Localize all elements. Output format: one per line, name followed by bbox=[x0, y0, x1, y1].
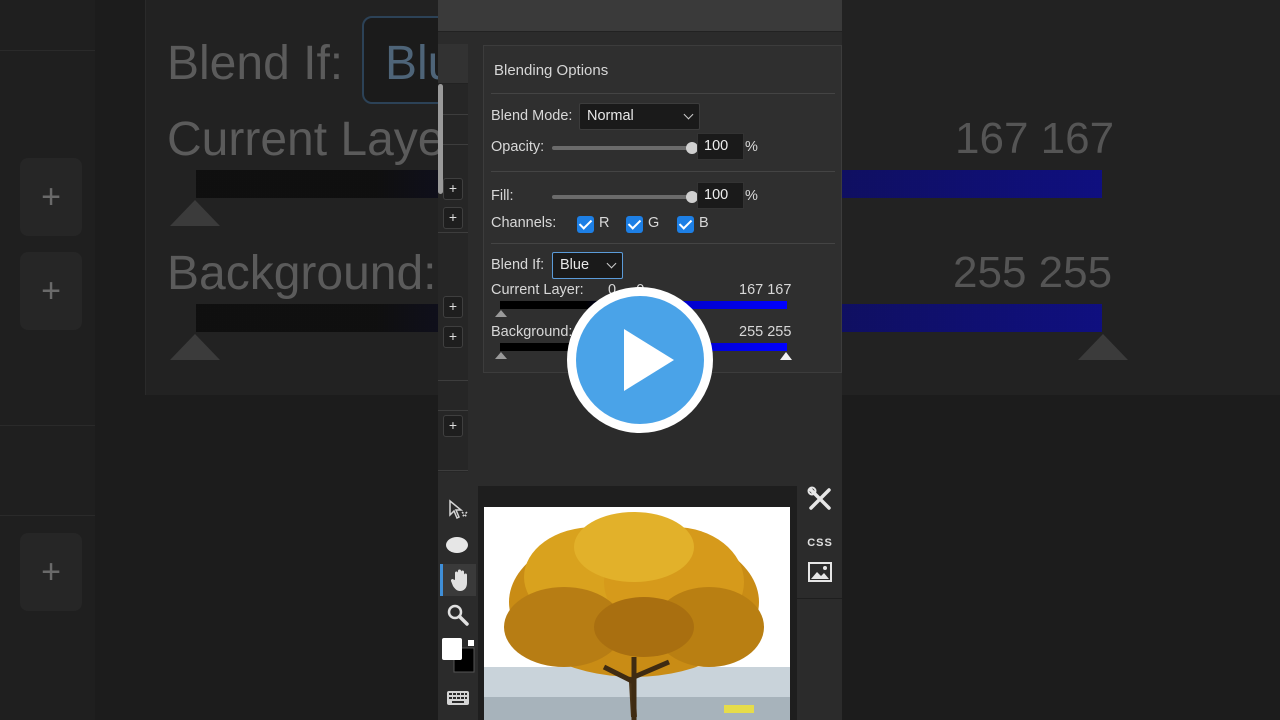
add-button[interactable]: + bbox=[443, 326, 463, 348]
divider bbox=[438, 470, 468, 471]
right-panel-column: CSS bbox=[796, 486, 842, 720]
background-max-values: 255 255 bbox=[739, 324, 792, 340]
add-button[interactable]: + bbox=[443, 415, 463, 437]
keyboard-icon bbox=[447, 691, 469, 705]
blend-mode-value: Normal bbox=[587, 108, 634, 124]
divider bbox=[438, 410, 468, 411]
tree-image bbox=[484, 507, 790, 720]
bg-current-layer-label: Current Laye bbox=[167, 113, 445, 166]
autumn-tree-picture bbox=[484, 507, 790, 720]
current-layer-label: Current Layer: bbox=[491, 282, 584, 298]
divider bbox=[491, 93, 835, 94]
bg-plus-button: + bbox=[20, 252, 82, 330]
fg-bg-color-icon bbox=[442, 638, 475, 673]
divider bbox=[438, 380, 468, 381]
select-tool[interactable] bbox=[440, 494, 476, 526]
opacity-slider[interactable] bbox=[552, 142, 698, 154]
add-button[interactable]: + bbox=[443, 178, 463, 200]
bg-plus-button: + bbox=[20, 533, 82, 611]
image-button[interactable] bbox=[800, 562, 840, 592]
bg-background-values: 255 255 bbox=[953, 248, 1113, 297]
tools-settings-button[interactable] bbox=[800, 486, 840, 516]
channel-r-label: R bbox=[599, 215, 610, 231]
divider bbox=[438, 232, 468, 233]
dialog-title: Blending Options bbox=[494, 62, 609, 79]
hand-icon bbox=[450, 569, 467, 591]
blend-if-value: Blue bbox=[560, 257, 590, 273]
bg-slider-triangle bbox=[170, 200, 220, 226]
divider bbox=[491, 243, 835, 244]
color-swatch[interactable] bbox=[440, 636, 476, 678]
top-bar bbox=[438, 0, 842, 32]
fill-label: Fill: bbox=[491, 188, 514, 204]
ellipse-tool[interactable] bbox=[440, 529, 476, 561]
opacity-label: Opacity: bbox=[491, 139, 545, 155]
hand-tool[interactable] bbox=[440, 564, 476, 596]
channel-g-label: G bbox=[648, 215, 660, 231]
background-label: Background: bbox=[491, 324, 573, 340]
blend-mode-label: Blend Mode: bbox=[491, 108, 573, 124]
fill-slider[interactable] bbox=[552, 191, 698, 203]
bg-divider bbox=[0, 515, 95, 516]
background-white-handle[interactable] bbox=[780, 352, 792, 360]
css-button[interactable]: CSS bbox=[800, 530, 840, 556]
background-black-handle[interactable] bbox=[495, 352, 507, 359]
fill-input[interactable]: 100 bbox=[697, 182, 744, 209]
wrench-screwdriver-icon bbox=[807, 486, 831, 510]
bg-divider bbox=[0, 425, 95, 426]
canvas-area[interactable] bbox=[478, 486, 796, 720]
add-button[interactable]: + bbox=[443, 207, 463, 229]
current-layer-max-values: 167 167 bbox=[739, 282, 792, 298]
bg-plus-button: + bbox=[20, 158, 82, 236]
bg-left-column bbox=[0, 0, 95, 720]
chevron-down-icon bbox=[683, 109, 694, 120]
bg-slider-triangle bbox=[170, 334, 220, 360]
blend-mode-select[interactable]: Normal bbox=[579, 103, 700, 130]
arrow-select-icon bbox=[449, 499, 468, 520]
layer-row[interactable] bbox=[438, 44, 468, 84]
channel-b-label: B bbox=[699, 215, 709, 231]
bg-background-label: Background: bbox=[167, 247, 437, 300]
ellipse-icon bbox=[446, 537, 468, 553]
keyboard-button[interactable] bbox=[440, 682, 476, 714]
play-button[interactable] bbox=[567, 287, 713, 433]
opacity-input[interactable]: 100 bbox=[697, 133, 744, 160]
channel-g-checkbox[interactable] bbox=[626, 216, 643, 233]
channel-r-checkbox[interactable] bbox=[577, 216, 594, 233]
image-icon bbox=[808, 562, 832, 582]
bg-divider bbox=[0, 50, 95, 51]
divider bbox=[491, 171, 835, 172]
blend-if-select[interactable]: Blue bbox=[552, 252, 623, 279]
layers-strip: + + + + + bbox=[438, 44, 468, 472]
zoom-tool[interactable] bbox=[440, 599, 476, 631]
current-layer-black-handle[interactable] bbox=[495, 310, 507, 317]
channels-label: Channels: bbox=[491, 215, 557, 231]
blend-if-label: Blend If: bbox=[491, 257, 545, 273]
channel-b-checkbox[interactable] bbox=[677, 216, 694, 233]
play-icon-circle bbox=[576, 296, 704, 424]
fill-unit: % bbox=[745, 188, 758, 204]
bg-slider-triangle bbox=[1078, 334, 1128, 360]
chevron-down-icon bbox=[606, 258, 617, 269]
bg-blend-if-label: Blend If: bbox=[167, 37, 344, 90]
opacity-unit: % bbox=[745, 139, 758, 155]
scrollbar-thumb[interactable] bbox=[438, 84, 443, 194]
bg-current-layer-values: 167 167 bbox=[955, 114, 1115, 163]
divider bbox=[797, 598, 842, 599]
magnifier-icon bbox=[447, 604, 469, 626]
play-icon bbox=[624, 329, 674, 391]
add-button[interactable]: + bbox=[443, 296, 463, 318]
tool-column bbox=[438, 486, 478, 720]
